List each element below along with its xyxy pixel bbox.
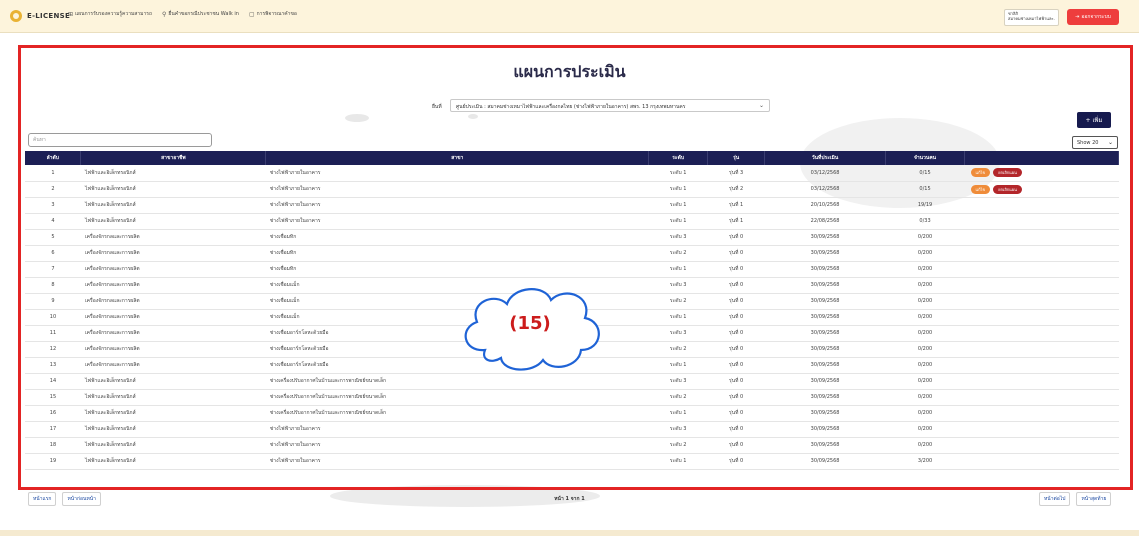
annotation-frame — [18, 45, 1133, 490]
logout-icon: ⇥ — [1075, 14, 1080, 20]
nav-item-assessment-plan[interactable]: ⊞ แผนการรับรองความรู้ความสามารถ — [68, 10, 152, 18]
top-navbar: E-LICENSE ⊞ แผนการรับรองความรู้ความสามาร… — [0, 0, 1139, 33]
nav-item-label: การพิจารณาคำขอ — [256, 11, 297, 17]
logout-label: ออกจากระบบ — [1081, 14, 1111, 20]
logout-button[interactable]: ⇥ ออกจากระบบ — [1067, 9, 1119, 25]
brand-logo-icon — [10, 10, 22, 22]
top-nav: ⊞ แผนการรับรองความรู้ความสามารถ ⚲ ยื่นคำ… — [68, 10, 297, 18]
user-menu[interactable]: ชาลิสิ สมาคมช่างเหมาไฟฟ้าและ... — [1004, 9, 1059, 26]
last-page-button[interactable]: หน้าสุดท้าย — [1076, 492, 1112, 506]
walk-icon: ⚲ — [161, 10, 167, 18]
nav-item-label: ยื่นคำขอกรณีประชาชน Walk in — [168, 11, 239, 17]
book-icon: ⊞ — [68, 10, 74, 18]
annotation-label: (15) — [509, 313, 551, 334]
nav-item-review[interactable]: ▢ การพิจารณาคำขอ — [249, 10, 297, 18]
pager-right: หน้าต่อไป หน้าสุดท้าย — [1039, 492, 1112, 506]
next-page-button[interactable]: หน้าต่อไป — [1039, 492, 1071, 506]
document-icon: ▢ — [248, 10, 255, 18]
page-info: หน้า 1 จาก 1 — [554, 496, 585, 502]
user-org: สมาคมช่างเหมาไฟฟ้าและ... — [1008, 16, 1055, 21]
brand[interactable]: E-LICENSE — [10, 9, 70, 23]
nav-item-walk-in[interactable]: ⚲ ยื่นคำขอกรณีประชาชน Walk in — [162, 10, 239, 18]
nav-item-label: แผนการรับรองความรู้ความสามารถ — [75, 11, 152, 17]
footer-strip — [0, 530, 1139, 536]
brand-name: E-LICENSE — [27, 12, 71, 20]
